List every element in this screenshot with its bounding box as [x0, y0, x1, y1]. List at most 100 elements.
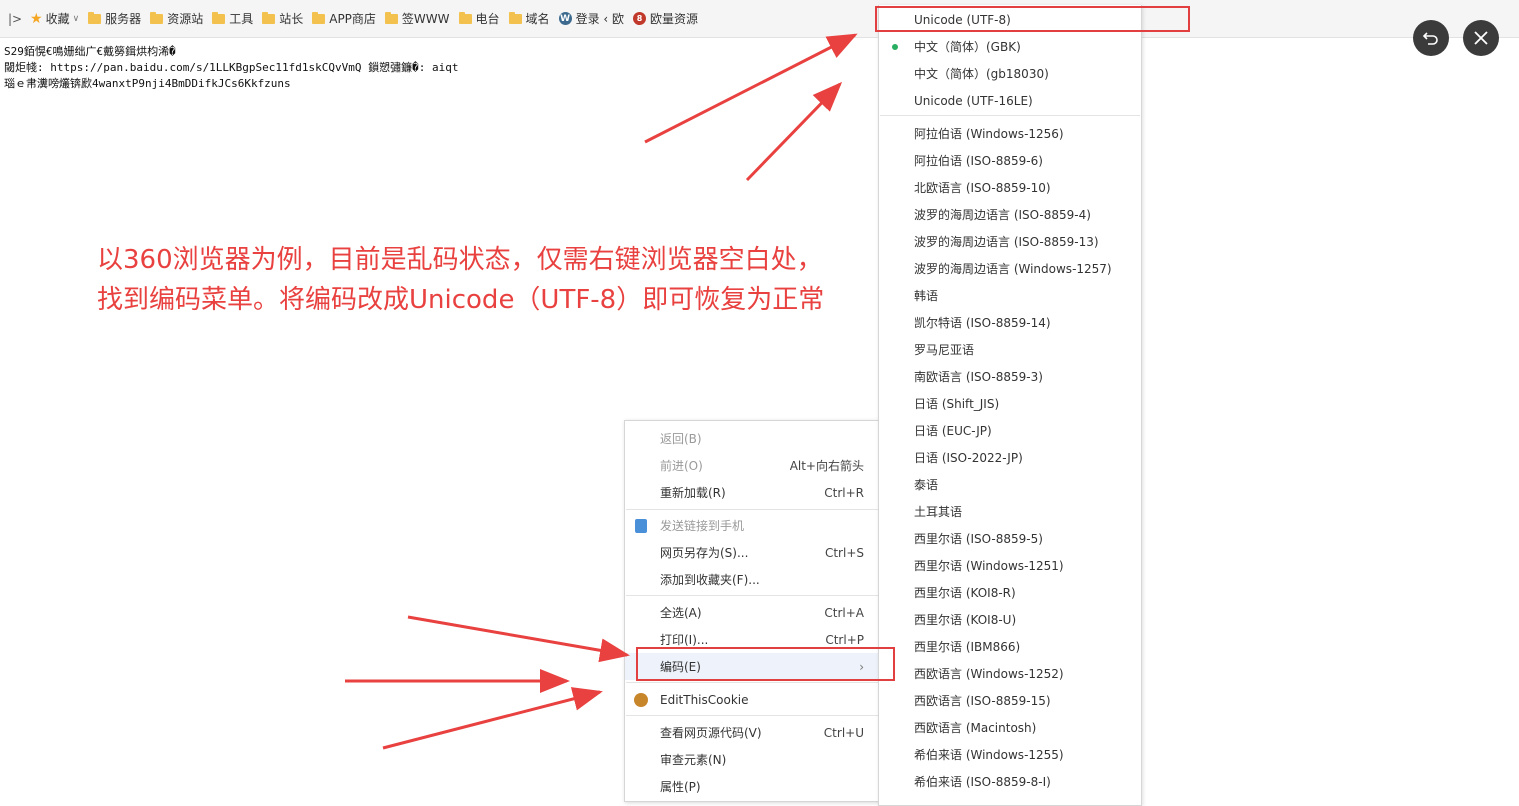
- encoding-option[interactable]: 凯尔特语 (ISO-8859-14): [879, 309, 1141, 336]
- bookmark-label: APP商店: [329, 12, 376, 26]
- encoding-option[interactable]: 西里尔语 (ISO-8859-5): [879, 525, 1141, 552]
- encoding-option[interactable]: 土耳其语: [879, 498, 1141, 525]
- encoding-label: 韩语: [914, 289, 939, 303]
- encoding-option[interactable]: 西欧语言 (ISO-8859-15): [879, 687, 1141, 714]
- encoding-label: 阿拉伯语 (ISO-8859-6): [914, 154, 1043, 168]
- wordpress-icon: W: [558, 12, 572, 25]
- menu-inspect[interactable]: 审查元素(N): [625, 746, 879, 773]
- encoding-label: 中文（简体）(gb18030): [914, 67, 1049, 81]
- bookmark-folder[interactable]: 域名: [508, 10, 550, 27]
- folder-icon: [458, 11, 472, 24]
- menu-select-all[interactable]: 全选(A) Ctrl+A: [625, 599, 879, 626]
- arrow: [382, 687, 603, 750]
- encoding-option[interactable]: 西里尔语 (Windows-1251): [879, 552, 1141, 579]
- encoding-option[interactable]: 希伯来语 (Windows-1255): [879, 741, 1141, 768]
- encoding-label: 西里尔语 (Windows-1251): [914, 559, 1064, 573]
- encoding-option-gb18030[interactable]: 中文（简体）(gb18030): [879, 60, 1141, 87]
- menu-save-as[interactable]: 网页另存为(S)... Ctrl+S: [625, 539, 879, 566]
- bookmark-folder[interactable]: APP商店: [312, 10, 376, 27]
- encoding-option-gbk[interactable]: 中文（简体）(GBK): [879, 33, 1141, 60]
- encoding-option[interactable]: 日语 (EUC-JP): [879, 417, 1141, 444]
- encoding-option[interactable]: 阿拉伯语 (ISO-8859-6): [879, 147, 1141, 174]
- garbled-line: 閾炬帴: https://pan.baidu.com/s/1LLKBgpSec1…: [4, 61, 459, 74]
- encoding-label: 阿拉伯语 (Windows-1256): [914, 127, 1064, 141]
- menu-label: EditThisCookie: [660, 692, 749, 707]
- encoding-option[interactable]: 波罗的海周边语言 (ISO-8859-13): [879, 228, 1141, 255]
- menu-shortcut: Ctrl+R: [824, 485, 864, 500]
- bookmark-label: 电台: [475, 12, 500, 26]
- encoding-option[interactable]: 西欧语言 (Macintosh): [879, 714, 1141, 741]
- menu-add-favorite[interactable]: 添加到收藏夹(F)...: [625, 566, 879, 593]
- encoding-label: 土耳其语: [914, 505, 963, 519]
- annotation-line-1: 以360浏览器为例，目前是乱码状态，仅需右键浏览器空白处，: [97, 245, 823, 275]
- encoding-label: 波罗的海周边语言 (Windows-1257): [914, 262, 1112, 276]
- annotation-line-2: 找到编码菜单。将编码改成Unicode（UTF-8）即可恢复为正常: [97, 285, 825, 315]
- encoding-option[interactable]: 西欧语言 (Windows-1252): [879, 660, 1141, 687]
- encoding-label: 南欧语言 (ISO-8859-3): [914, 370, 1043, 384]
- menu-reload[interactable]: 重新加载(R) Ctrl+R: [625, 479, 879, 506]
- highlight-utf8-box: [875, 6, 1190, 32]
- bookmark-label: 欧量资源: [650, 12, 699, 26]
- menu-shortcut: Ctrl+S: [824, 545, 864, 560]
- encoding-label: 西里尔语 (KOI8-U): [914, 613, 1017, 627]
- bookmark-favorites[interactable]: ★ 收藏 ∨: [30, 10, 79, 27]
- encoding-option[interactable]: 北欧语言 (ISO-8859-10): [879, 174, 1141, 201]
- encoding-label: 凯尔特语 (ISO-8859-14): [914, 316, 1051, 330]
- encoding-label: 西欧语言 (ISO-8859-15): [914, 694, 1051, 708]
- bookmark-label: 服务器: [105, 12, 142, 26]
- encoding-option[interactable]: 阿拉伯语 (Windows-1256): [879, 120, 1141, 147]
- bookmark-folder[interactable]: 资源站: [150, 10, 203, 27]
- menu-label: 重新加载(R): [660, 486, 726, 500]
- encoding-label: 西里尔语 (KOI8-R): [914, 586, 1016, 600]
- bookmark-folder[interactable]: 电台: [458, 10, 500, 27]
- undo-icon: [1422, 32, 1438, 45]
- encoding-option[interactable]: 罗马尼亚语: [879, 336, 1141, 363]
- bookmark-ouliang[interactable]: 8 欧量资源: [633, 10, 698, 27]
- menu-label: 属性(P): [660, 780, 701, 794]
- menu-shortcut: Ctrl+P: [825, 632, 864, 647]
- menu-properties[interactable]: 属性(P): [625, 773, 879, 800]
- encoding-option[interactable]: 日语 (Shift_JIS): [879, 390, 1141, 417]
- menu-label: 前进(O): [660, 459, 703, 473]
- menu-editthiscookie[interactable]: EditThisCookie: [625, 686, 879, 713]
- sidebar-toggle-icon[interactable]: |>: [0, 12, 30, 26]
- menu-separator: [626, 682, 878, 683]
- encoding-option[interactable]: 日语 (ISO-2022-JP): [879, 444, 1141, 471]
- bookmark-folder[interactable]: 站长: [262, 10, 303, 27]
- encoding-option[interactable]: 西里尔语 (IBM866): [879, 633, 1141, 660]
- menu-back[interactable]: 返回(B): [625, 425, 879, 452]
- undo-button[interactable]: [1413, 20, 1449, 56]
- encoding-label: 北欧语言 (ISO-8859-10): [914, 181, 1051, 195]
- bookmark-folder[interactable]: 服务器: [88, 10, 141, 27]
- menu-view-source[interactable]: 查看网页源代码(V) Ctrl+U: [625, 719, 879, 746]
- encoding-label: 泰语: [914, 478, 939, 492]
- bookmark-wp-login[interactable]: W 登录 ‹ 欧: [558, 10, 624, 27]
- bookmark-folder[interactable]: 签WWW: [384, 10, 450, 27]
- arrow: [644, 33, 858, 144]
- menu-forward[interactable]: 前进(O) Alt+向右箭头: [625, 452, 879, 479]
- bookmark-label: 工具: [229, 12, 254, 26]
- encoding-label: 希伯来语 (Windows-1255): [914, 748, 1064, 762]
- menu-send-to-phone[interactable]: 发送链接到手机: [625, 512, 879, 539]
- selected-dot-icon: [892, 43, 898, 50]
- encoding-option[interactable]: 泰语: [879, 471, 1141, 498]
- bookmark-bar: |> ★ 收藏 ∨ 服务器 资源站 工具 站长 APP商店 签WWW 电台 域名…: [0, 0, 1519, 38]
- cookie-icon: [634, 692, 648, 707]
- folder-icon: [88, 11, 102, 24]
- encoding-option[interactable]: 西里尔语 (KOI8-R): [879, 579, 1141, 606]
- highlight-encoding-box: [636, 647, 895, 681]
- menu-separator: [626, 715, 878, 716]
- close-button[interactable]: [1463, 20, 1499, 56]
- encoding-option[interactable]: 韩语: [879, 282, 1141, 309]
- encoding-option[interactable]: 波罗的海周边语言 (ISO-8859-4): [879, 201, 1141, 228]
- encoding-option[interactable]: 西里尔语 (KOI8-U): [879, 606, 1141, 633]
- encoding-option[interactable]: 南欧语言 (ISO-8859-3): [879, 363, 1141, 390]
- encoding-option-utf16le[interactable]: Unicode (UTF-16LE): [879, 87, 1141, 114]
- encoding-option[interactable]: 波罗的海周边语言 (Windows-1257): [879, 255, 1141, 282]
- bookmark-folder[interactable]: 工具: [212, 10, 253, 27]
- folder-icon: [384, 11, 398, 24]
- encoding-option[interactable]: 希伯来语 (ISO-8859-8-I): [879, 768, 1141, 795]
- close-icon: [1474, 31, 1488, 45]
- bookmark-label: 域名: [525, 12, 550, 26]
- menu-separator: [626, 509, 878, 510]
